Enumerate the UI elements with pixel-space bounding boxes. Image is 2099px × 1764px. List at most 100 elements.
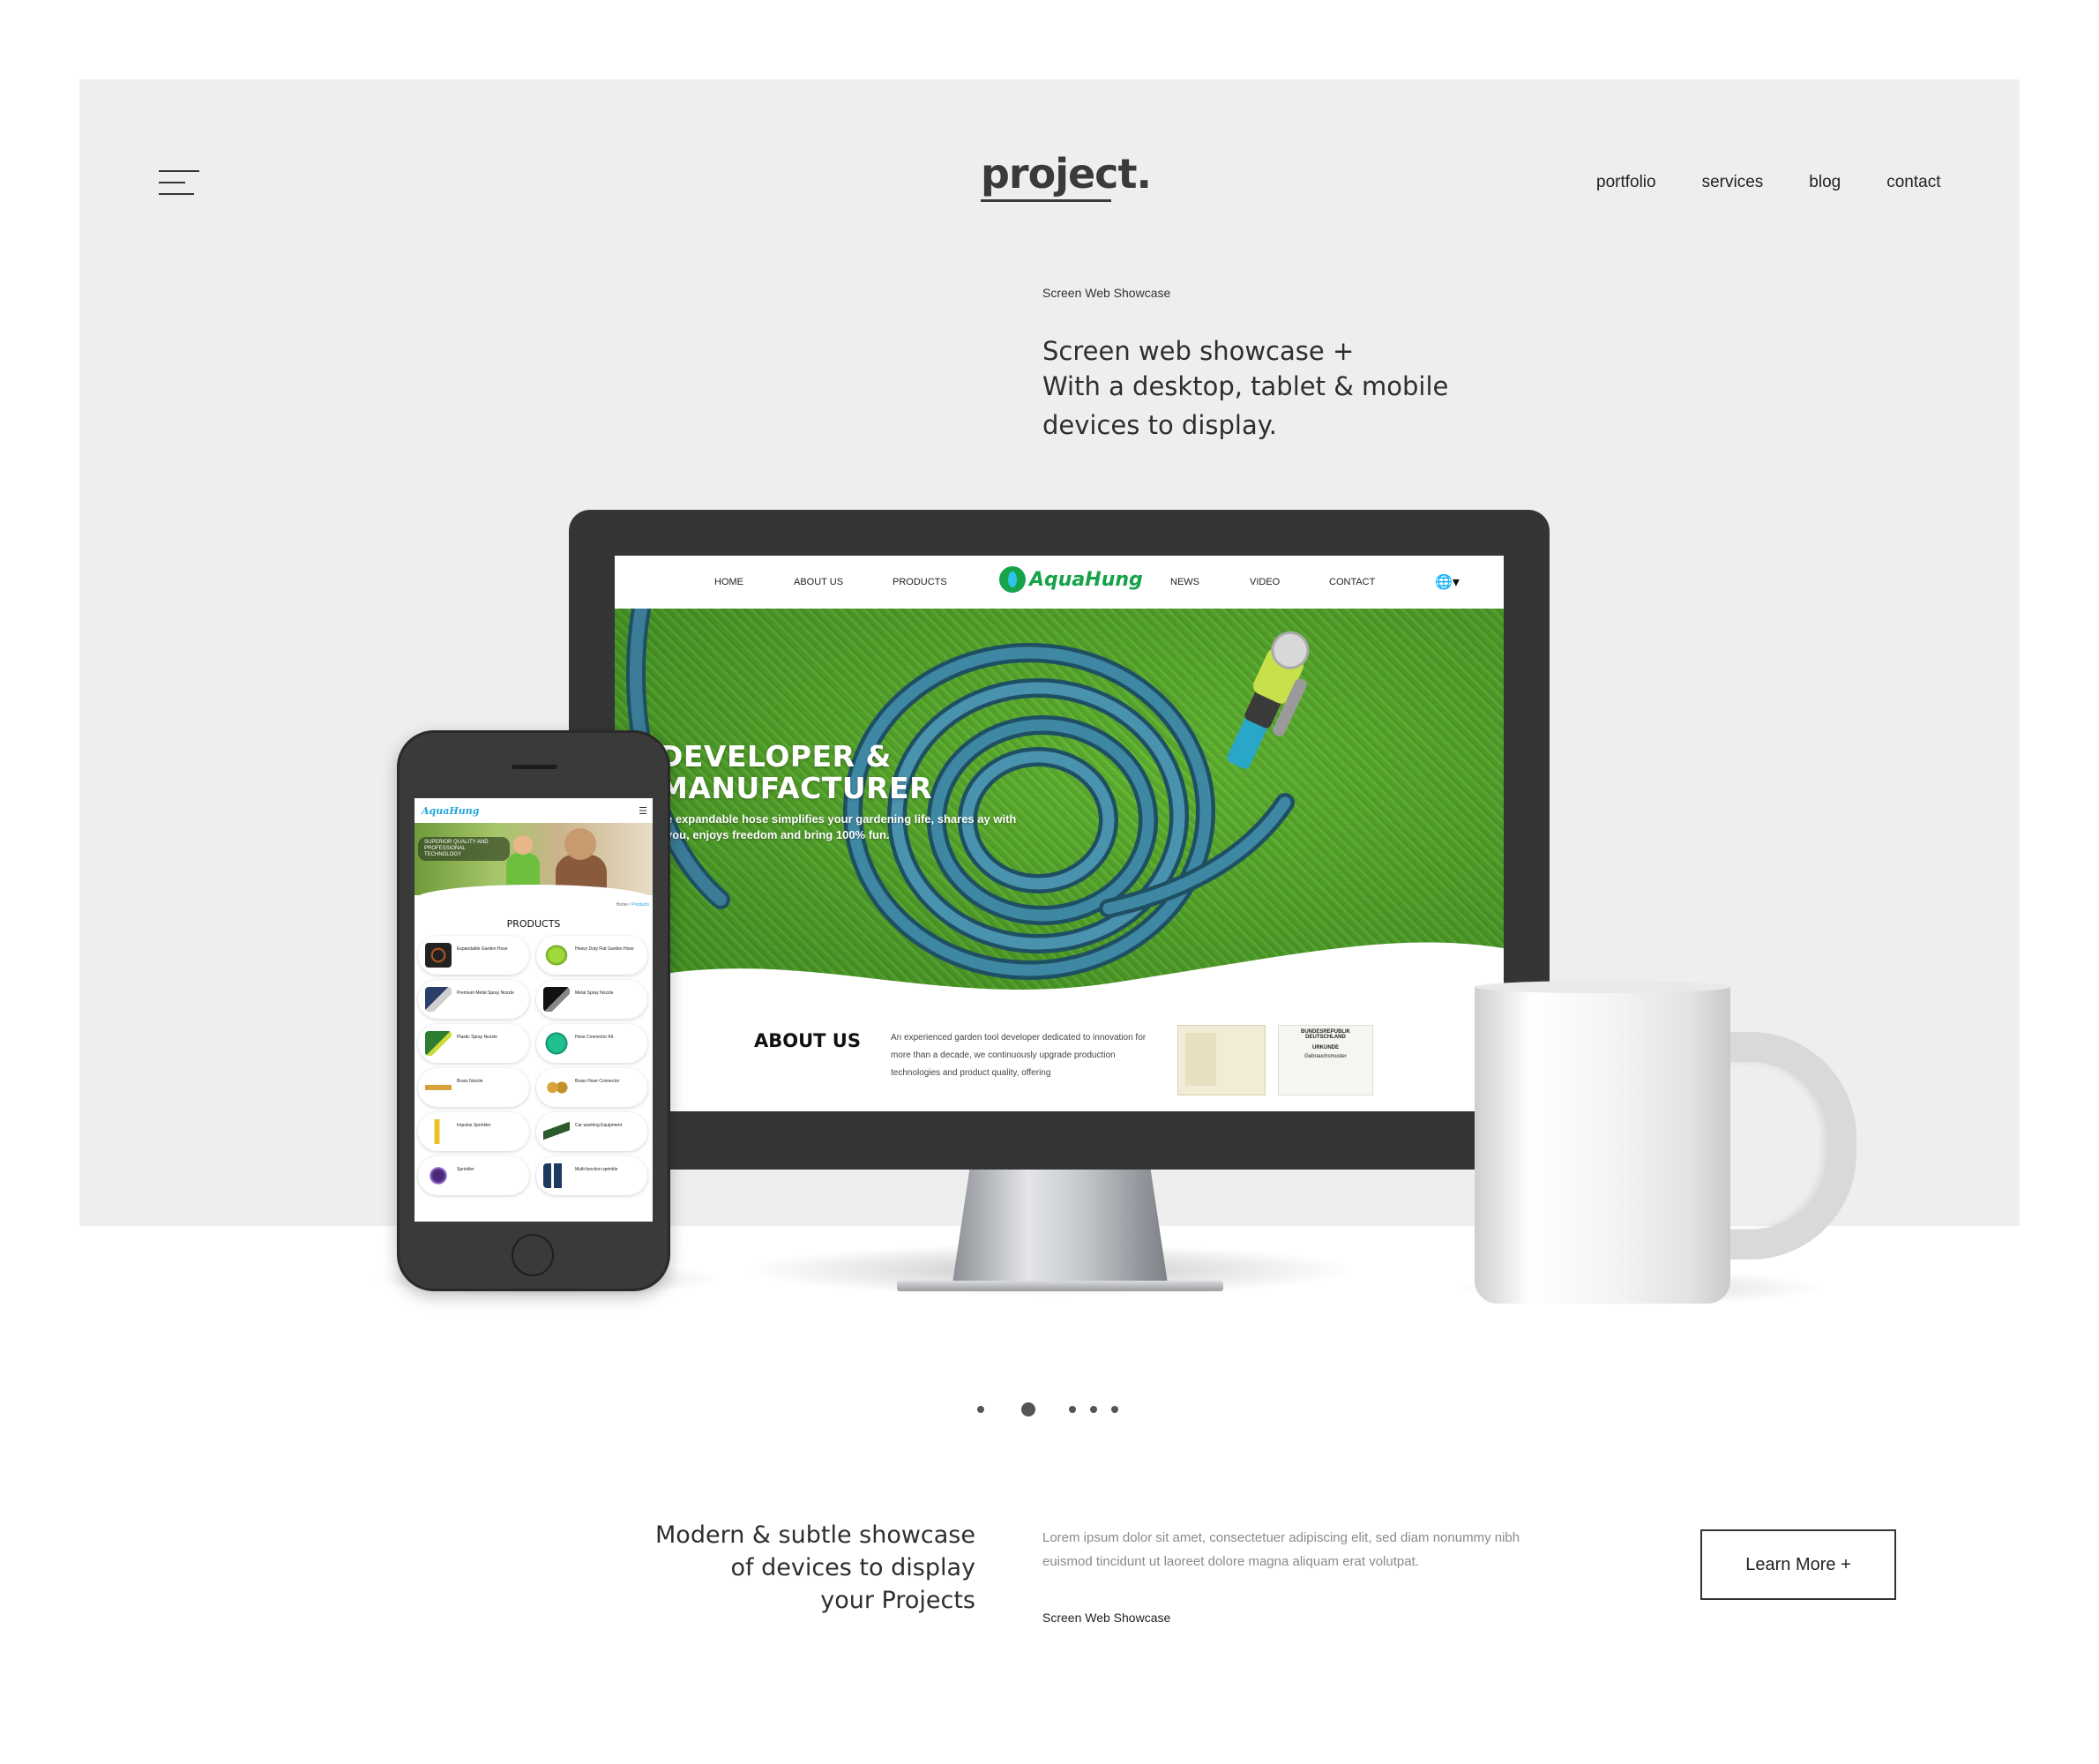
about-text: An experienced garden tool developer ded…: [891, 1033, 1147, 1078]
certificate-image: [1177, 1025, 1266, 1095]
top-navigation: portfolio services blog contact: [1596, 173, 1940, 192]
nav-link-services[interactable]: services: [1702, 173, 1764, 192]
site-nav-about[interactable]: ABOUT US: [794, 577, 843, 587]
desktop-hero-subtitle: e expandable hose simplifies your garden…: [666, 812, 1017, 841]
site-logo-text: project.: [981, 150, 1152, 198]
hero-wave: [615, 942, 1504, 1005]
product-card[interactable]: Premium Metal Spray Nozzle: [418, 980, 529, 1019]
hero-heading-line: devices to display.: [1042, 410, 1277, 440]
spray-nozzle: [1227, 631, 1310, 769]
nav-link-blog[interactable]: blog: [1809, 173, 1841, 192]
water-drop-icon: [999, 566, 1026, 593]
product-label: Impulse Sprinkler: [457, 1123, 491, 1128]
mobile-banner: SUPERIOR QUALITY AND PROFESSIONAL TECHNO…: [415, 823, 653, 895]
desktop-about-section: ABOUT US An experienced garden tool deve…: [615, 1005, 1504, 1111]
bottom-eyebrow: Screen Web Showcase: [1042, 1611, 1171, 1625]
site-nav-news[interactable]: NEWS: [1170, 577, 1199, 587]
site-nav-contact[interactable]: CONTACT: [1329, 577, 1375, 587]
product-label: Hose Connector Kit: [575, 1035, 614, 1040]
product-card[interactable]: Multi-function sprinkle: [536, 1156, 647, 1195]
mobile-logo[interactable]: AquaHung: [422, 805, 479, 817]
monitor-base: [897, 1281, 1223, 1291]
slider-pagination: [977, 1399, 1127, 1420]
product-card[interactable]: Brass Hose Connector: [536, 1068, 647, 1107]
product-label: Plastic Spray Nozzle: [457, 1035, 497, 1040]
home-button-icon[interactable]: [512, 1234, 554, 1276]
product-label: Multi-function sprinkle: [575, 1167, 618, 1172]
doc-line: Gebrauchsmuster: [1304, 1054, 1347, 1059]
product-grid: Expandable Garden Hose Heavy Duty Flat G…: [418, 936, 649, 1195]
product-label: Brass Nozzle: [457, 1079, 483, 1084]
aquahung-logo-text: AquaHung: [1029, 568, 1143, 591]
banner-child-head: [513, 835, 533, 855]
mug-rim: [1475, 981, 1730, 993]
bottom-heading-line: of devices to display: [730, 1554, 975, 1581]
product-label: Sprinkler: [457, 1167, 474, 1172]
product-label: Brass Hose Connector: [575, 1079, 620, 1084]
mobile-menu-icon[interactable]: ☰: [639, 805, 647, 817]
page: project. portfolio services blog contact…: [0, 0, 2099, 1764]
product-card[interactable]: Hose Connector Kit: [536, 1024, 647, 1063]
nav-link-portfolio[interactable]: portfolio: [1596, 173, 1656, 192]
product-card[interactable]: Car washing Equipment: [536, 1112, 647, 1151]
certificate-document: BUNDESREPUBLIK DEUTSCHLAND URKUNDE Gebra…: [1278, 1025, 1373, 1095]
site-nav-video[interactable]: VIDEO: [1250, 577, 1280, 587]
product-card[interactable]: Brass Nozzle: [418, 1068, 529, 1107]
product-card[interactable]: Impulse Sprinkler: [418, 1112, 529, 1151]
phone-speaker: [512, 765, 557, 769]
slider-dot[interactable]: [977, 1406, 984, 1413]
hamburger-menu-icon[interactable]: [159, 170, 199, 195]
breadcrumb-current: Products: [631, 902, 649, 908]
hero-heading-line: Screen web showcase +: [1042, 336, 1355, 366]
breadcrumb: Home / Products: [616, 902, 649, 908]
hero-title-line: DEVELOPER &: [659, 739, 892, 774]
bottom-heading-line: your Projects: [820, 1587, 975, 1614]
bottom-heading-line: Modern & subtle showcase: [655, 1521, 975, 1549]
coffee-mug: [1475, 986, 1730, 1304]
product-card[interactable]: Sprinkler: [418, 1156, 529, 1195]
desktop-screen: HOME ABOUT US PRODUCTS AquaHung NEWS VID…: [615, 556, 1504, 1111]
bottom-body-text: Lorem ipsum dolor sit amet, consectetuer…: [1042, 1530, 1520, 1569]
desktop-hero-title: DEVELOPER & MANUFACTURER: [659, 741, 932, 804]
logo-underline: [981, 199, 1111, 202]
product-card[interactable]: Metal Spray Nozzle: [536, 980, 647, 1019]
product-label: Expandable Garden Hose: [457, 946, 508, 952]
hero-eyebrow: Screen Web Showcase: [1042, 286, 1171, 300]
product-label: Car washing Equipment: [575, 1123, 623, 1128]
hero-heading-line: With a desktop, tablet & mobile: [1042, 371, 1449, 401]
slider-dot[interactable]: [1090, 1406, 1097, 1413]
slider-dot-active[interactable]: [1021, 1402, 1035, 1416]
products-title: PRODUCTS: [506, 918, 561, 930]
product-label: Metal Spray Nozzle: [575, 990, 614, 996]
mobile-screen: AquaHung ☰ SUPERIOR QUALITY AND PROFESSI…: [415, 798, 653, 1222]
monitor-stand: [952, 1169, 1168, 1283]
product-card[interactable]: Expandable Garden Hose: [418, 936, 529, 975]
banner-text: SUPERIOR QUALITY AND PROFESSIONAL TECHNO…: [418, 837, 510, 861]
mobile-site-header: AquaHung ☰: [415, 798, 653, 823]
banner-wave: [415, 885, 653, 895]
product-card[interactable]: Heavy Duty Flat Garden Hose: [536, 936, 647, 975]
desktop-hero-banner: DEVELOPER & MANUFACTURER e expandable ho…: [615, 609, 1504, 1005]
site-nav-home[interactable]: HOME: [714, 577, 743, 587]
bottom-heading: Modern & subtle showcase of devices to d…: [653, 1519, 975, 1617]
hero-heading: Screen web showcase + With a desktop, ta…: [1042, 333, 1501, 443]
product-card[interactable]: Plastic Spray Nozzle: [418, 1024, 529, 1063]
breadcrumb-home[interactable]: Home: [616, 902, 628, 908]
banner-adult-head: [564, 828, 596, 860]
hero-title-line: MANUFACTURER: [659, 771, 932, 805]
about-title: ABOUT US: [754, 1030, 861, 1051]
aquahung-logo[interactable]: AquaHung: [999, 566, 1143, 593]
learn-more-button[interactable]: Learn More +: [1700, 1529, 1896, 1600]
slider-dot[interactable]: [1069, 1406, 1076, 1413]
site-logo[interactable]: project.: [981, 150, 1152, 202]
desktop-site-navbar: HOME ABOUT US PRODUCTS AquaHung NEWS VID…: [615, 556, 1504, 609]
product-label: Heavy Duty Flat Garden Hose: [575, 946, 634, 952]
globe-icon[interactable]: 🌐▾: [1435, 573, 1460, 591]
doc-line: BUNDESREPUBLIK DEUTSCHLAND: [1300, 1029, 1350, 1040]
banner-child: [506, 853, 540, 888]
doc-line: URKUNDE: [1312, 1045, 1339, 1050]
product-label: Premium Metal Spray Nozzle: [457, 990, 514, 996]
slider-dot[interactable]: [1111, 1406, 1118, 1413]
nav-link-contact[interactable]: contact: [1886, 173, 1940, 192]
site-nav-products[interactable]: PRODUCTS: [893, 577, 947, 587]
